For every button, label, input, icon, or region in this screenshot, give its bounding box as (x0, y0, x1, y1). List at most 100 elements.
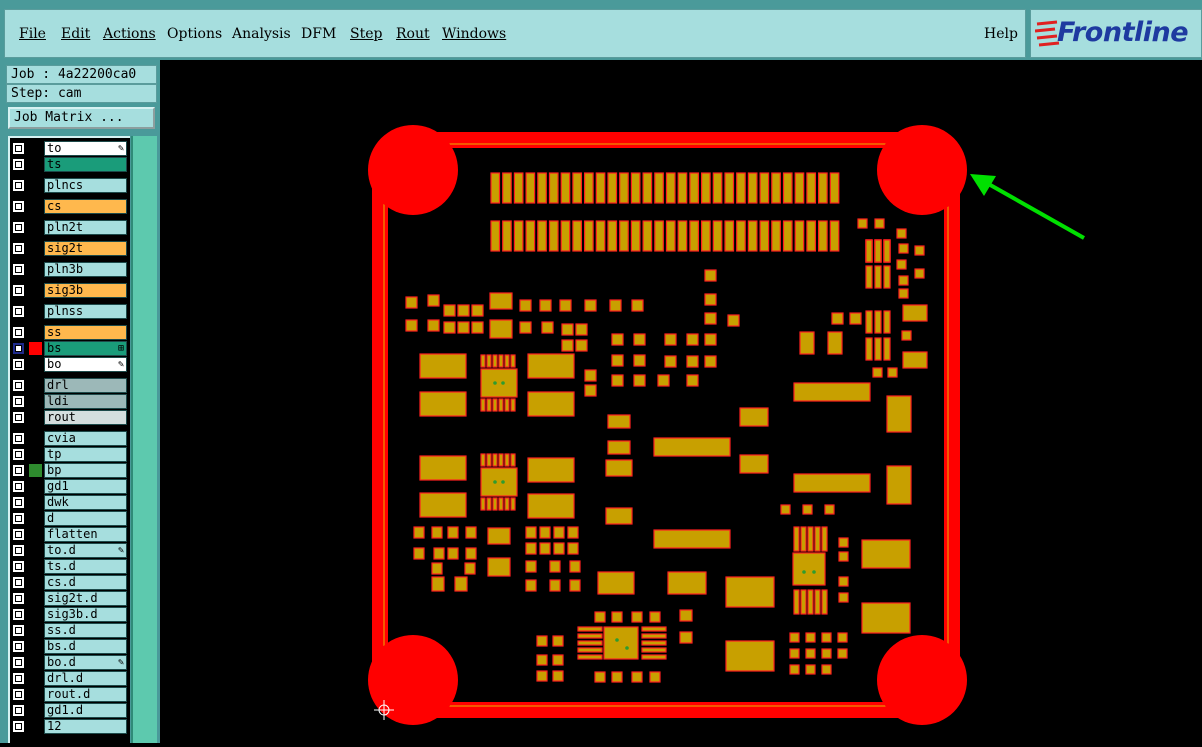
layer-name[interactable]: ldi (44, 394, 127, 409)
layer-row-rout[interactable]: rout (10, 410, 128, 425)
layer-list-scrollbar[interactable] (131, 136, 157, 743)
menu-dfm[interactable]: DFM (301, 26, 336, 42)
layer-checkbox[interactable] (13, 143, 24, 154)
layer-row-to-d[interactable]: to.d ✎ (10, 543, 128, 558)
layer-row-sig2t[interactable]: sig2t (10, 241, 128, 256)
layer-name[interactable]: 12 (44, 719, 127, 734)
layer-checkbox[interactable] (13, 513, 24, 524)
pcb-view[interactable] (160, 60, 1202, 743)
layer-checkbox[interactable] (13, 545, 24, 556)
layer-checkbox[interactable] (13, 561, 24, 572)
graphics-canvas[interactable] (160, 60, 1202, 743)
layer-checkbox[interactable] (13, 285, 24, 296)
layer-row-bo[interactable]: bo ✎ (10, 357, 128, 372)
layer-row-sig3b[interactable]: sig3b (10, 283, 128, 298)
menu-step[interactable]: Step (350, 26, 382, 42)
layer-checkbox[interactable] (13, 243, 24, 254)
layer-name[interactable]: bs.d (44, 639, 127, 654)
layer-name[interactable]: bo ✎ (44, 357, 127, 372)
layer-checkbox[interactable] (13, 609, 24, 620)
layer-name[interactable]: to.d ✎ (44, 543, 127, 558)
layer-name[interactable]: gd1.d (44, 703, 127, 718)
menu-actions[interactable]: Actions (103, 26, 156, 42)
menu-windows[interactable]: Windows (442, 26, 506, 42)
layer-checkbox[interactable] (13, 641, 24, 652)
layer-name[interactable]: bo.d ✎ (44, 655, 127, 670)
layer-name[interactable]: rout (44, 410, 127, 425)
layer-row-ldi[interactable]: ldi (10, 394, 128, 409)
layer-name[interactable]: d (44, 511, 127, 526)
layer-name[interactable]: flatten (44, 527, 127, 542)
layer-name[interactable]: sig2t (44, 241, 127, 256)
layer-name[interactable]: ts (44, 157, 127, 172)
layer-name[interactable]: cs (44, 199, 127, 214)
layer-checkbox[interactable] (13, 577, 24, 588)
layer-checkbox[interactable] (13, 625, 24, 636)
layer-checkbox[interactable] (13, 705, 24, 716)
layer-row-ts[interactable]: ts (10, 157, 128, 172)
layer-checkbox[interactable] (13, 343, 24, 354)
layer-row-gd1-d[interactable]: gd1.d (10, 703, 128, 718)
layer-row-ts-d[interactable]: ts.d (10, 559, 128, 574)
layer-row-bo-d[interactable]: bo.d ✎ (10, 655, 128, 670)
layer-row-dwk[interactable]: dwk (10, 495, 128, 510)
layer-row-sig3b-d[interactable]: sig3b.d (10, 607, 128, 622)
layer-name[interactable]: sig3b (44, 283, 127, 298)
layer-name[interactable]: rout.d (44, 687, 127, 702)
layer-name[interactable]: drl.d (44, 671, 127, 686)
layer-checkbox[interactable] (13, 657, 24, 668)
layer-name[interactable]: drl (44, 378, 127, 393)
menu-help[interactable]: Help (984, 26, 1018, 42)
layer-row-ss[interactable]: ss (10, 325, 128, 340)
layer-row-drl-d[interactable]: drl.d (10, 671, 128, 686)
layer-row-bs[interactable]: bs ⊞ (10, 341, 128, 356)
menu-edit[interactable]: Edit (61, 26, 90, 42)
menu-file[interactable]: File (19, 26, 46, 42)
layer-row-pln2t[interactable]: pln2t (10, 220, 128, 235)
layer-name[interactable]: plnss (44, 304, 127, 319)
layer-checkbox[interactable] (13, 327, 24, 338)
layer-row-plncs[interactable]: plncs (10, 178, 128, 193)
layer-row-cvia[interactable]: cvia (10, 431, 128, 446)
layer-row-cs[interactable]: cs (10, 199, 128, 214)
layer-row-rout-d[interactable]: rout.d (10, 687, 128, 702)
layer-row-d[interactable]: d (10, 511, 128, 526)
layer-checkbox[interactable] (13, 497, 24, 508)
layer-checkbox[interactable] (13, 359, 24, 370)
layer-row-flatten[interactable]: flatten (10, 527, 128, 542)
menu-rout[interactable]: Rout (396, 26, 430, 42)
layer-row-drl[interactable]: drl (10, 378, 128, 393)
layer-checkbox[interactable] (13, 380, 24, 391)
layer-name[interactable]: gd1 (44, 479, 127, 494)
layer-checkbox[interactable] (13, 180, 24, 191)
layer-row-bs-d[interactable]: bs.d (10, 639, 128, 654)
layer-name[interactable]: ss (44, 325, 127, 340)
layer-name[interactable]: ss.d (44, 623, 127, 638)
layer-checkbox[interactable] (13, 222, 24, 233)
layer-row-tp[interactable]: tp (10, 447, 128, 462)
layer-name[interactable]: tp (44, 447, 127, 462)
layer-row-gd1[interactable]: gd1 (10, 479, 128, 494)
layer-checkbox[interactable] (13, 689, 24, 700)
layer-row-sig2t-d[interactable]: sig2t.d (10, 591, 128, 606)
layer-name[interactable]: ts.d (44, 559, 127, 574)
layer-checkbox[interactable] (13, 673, 24, 684)
layer-name[interactable]: plncs (44, 178, 127, 193)
layer-checkbox[interactable] (13, 306, 24, 317)
layer-checkbox[interactable] (13, 412, 24, 423)
layer-name[interactable]: pln2t (44, 220, 127, 235)
layer-name[interactable]: cs.d (44, 575, 127, 590)
layer-checkbox[interactable] (13, 201, 24, 212)
layer-checkbox[interactable] (13, 264, 24, 275)
layer-row-bp[interactable]: bp (10, 463, 128, 478)
layer-checkbox[interactable] (13, 433, 24, 444)
layer-row-pln3b[interactable]: pln3b (10, 262, 128, 277)
layer-checkbox[interactable] (13, 159, 24, 170)
layer-row-plnss[interactable]: plnss (10, 304, 128, 319)
layer-checkbox[interactable] (13, 449, 24, 460)
layer-name[interactable]: dwk (44, 495, 127, 510)
layer-row-to[interactable]: to ✎ (10, 141, 128, 156)
layer-checkbox[interactable] (13, 529, 24, 540)
layer-name[interactable]: bp (44, 463, 127, 478)
layer-checkbox[interactable] (13, 721, 24, 732)
